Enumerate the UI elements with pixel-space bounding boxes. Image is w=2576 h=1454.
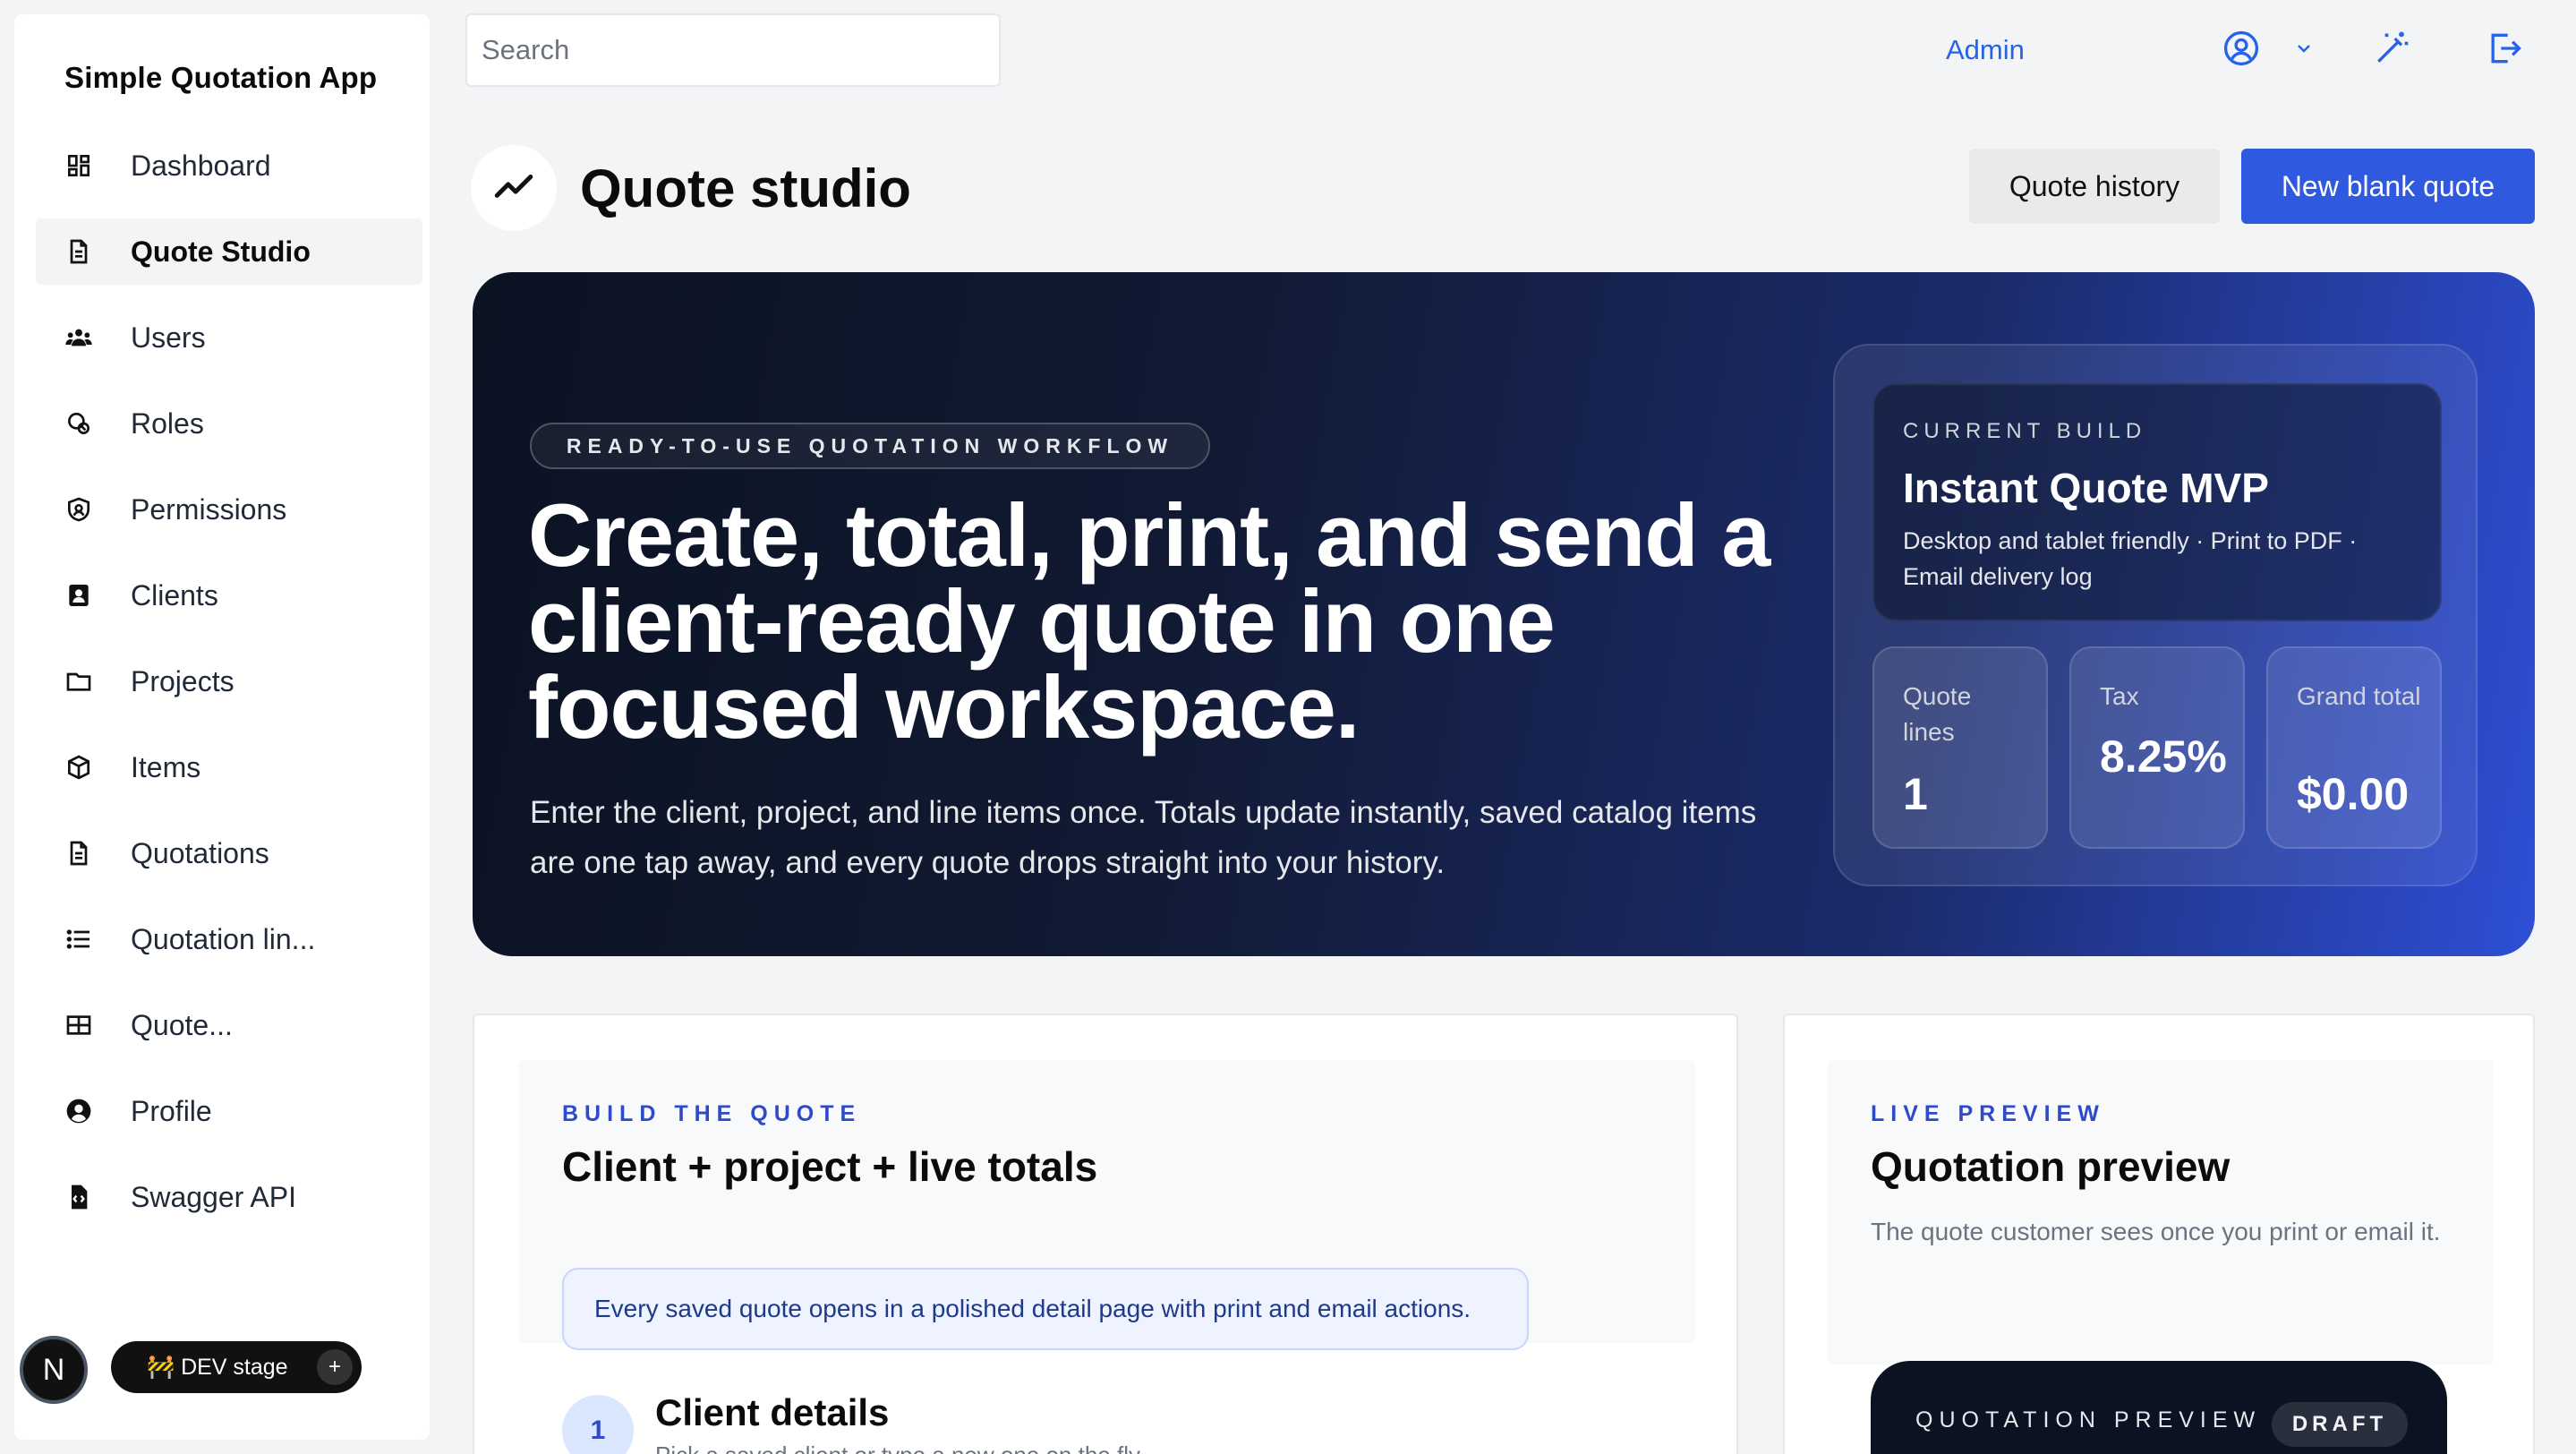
hero-heading: Create, total, print, and send a client-… bbox=[528, 485, 1770, 757]
build-quote-card: BUILD THE QUOTE Client + project + live … bbox=[473, 1014, 1738, 1454]
build-eyebrow: CURRENT BUILD bbox=[1903, 419, 2147, 443]
list-icon bbox=[63, 923, 95, 955]
avatar[interactable]: N bbox=[20, 1336, 88, 1404]
sidebar-item-label: Items bbox=[131, 750, 201, 783]
sidebar-item-profile[interactable]: Profile bbox=[36, 1078, 422, 1144]
dev-stage-label: 🚧 DEV stage bbox=[147, 1354, 288, 1380]
sidebar-item-items[interactable]: Items bbox=[36, 734, 422, 800]
build-eyebrow: BUILD THE QUOTE bbox=[562, 1101, 862, 1126]
cube-icon bbox=[63, 751, 95, 783]
magic-wand-icon[interactable] bbox=[2370, 27, 2413, 70]
trend-line-icon bbox=[471, 145, 557, 231]
current-build-card: CURRENT BUILD Instant Quote MVP Desktop … bbox=[1872, 383, 2442, 621]
hero-badge: READY-TO-USE QUOTATION WORKFLOW bbox=[530, 423, 1210, 469]
sidebar: Simple Quotation App Dashboard Quote Stu… bbox=[14, 14, 430, 1440]
sidebar-item-label: Roles bbox=[131, 406, 204, 440]
code-file-icon bbox=[63, 1181, 95, 1213]
sidebar-item-clients[interactable]: Clients bbox=[36, 562, 422, 629]
contact-card-icon bbox=[63, 579, 95, 612]
quote-history-button[interactable]: Quote history bbox=[1969, 149, 2220, 224]
user-circle-icon[interactable] bbox=[2220, 27, 2263, 70]
new-blank-quote-button[interactable]: New blank quote bbox=[2241, 149, 2535, 224]
sidebar-item-label: Quote... bbox=[131, 1008, 233, 1041]
sidebar-item-label: Dashboard bbox=[131, 149, 271, 182]
stat-quote-lines: Quote lines 1 bbox=[1872, 646, 2048, 849]
stat-value: 8.25% bbox=[2100, 731, 2227, 782]
hero-subtext: Enter the client, project, and line item… bbox=[530, 795, 1757, 880]
roles-icon bbox=[63, 407, 95, 440]
preview-eyebrow: LIVE PREVIEW bbox=[1871, 1101, 2105, 1126]
stat-value: 1 bbox=[1903, 769, 1928, 819]
folder-icon bbox=[63, 665, 95, 697]
app-title[interactable]: Simple Quotation App bbox=[64, 61, 377, 95]
dashboard-icon bbox=[63, 150, 95, 182]
live-preview-header: LIVE PREVIEW Quotation preview The quote… bbox=[1828, 1060, 2494, 1364]
sidebar-nav: Dashboard Quote Studio Users Roles Permi… bbox=[36, 133, 422, 1250]
sidebar-item-label: Swagger API bbox=[131, 1180, 296, 1213]
document-icon bbox=[63, 837, 95, 869]
sidebar-item-quote-studio[interactable]: Quote Studio bbox=[36, 218, 422, 285]
shield-icon bbox=[63, 493, 95, 526]
sidebar-item-permissions[interactable]: Permissions bbox=[36, 476, 422, 543]
sidebar-item-quotations[interactable]: Quotations bbox=[36, 820, 422, 886]
users-icon bbox=[63, 321, 95, 354]
search-input[interactable] bbox=[465, 13, 1001, 87]
stat-label: Quote lines bbox=[1903, 682, 1972, 746]
document-icon bbox=[63, 235, 95, 268]
stat-tax: Tax 8.25% bbox=[2069, 646, 2245, 849]
build-title: Client + project + live totals bbox=[562, 1143, 1098, 1190]
sidebar-item-label: Quotations bbox=[131, 836, 269, 869]
sidebar-item-label: Projects bbox=[131, 664, 235, 697]
sidebar-item-users[interactable]: Users bbox=[36, 304, 422, 371]
sidebar-item-label: Permissions bbox=[131, 492, 287, 526]
build-quote-header: BUILD THE QUOTE Client + project + live … bbox=[519, 1060, 1695, 1350]
admin-link[interactable]: Admin bbox=[1946, 34, 2025, 66]
page-title: Quote studio bbox=[580, 158, 911, 218]
sidebar-item-swagger-api[interactable]: Swagger API bbox=[36, 1164, 422, 1230]
step-number-badge: 1 bbox=[562, 1395, 634, 1454]
status-badge: DRAFT bbox=[2272, 1402, 2408, 1447]
hero-banner: READY-TO-USE QUOTATION WORKFLOW Create, … bbox=[473, 272, 2535, 956]
current-build-panel: CURRENT BUILD Instant Quote MVP Desktop … bbox=[1833, 344, 2478, 886]
stat-value: $0.00 bbox=[2297, 769, 2410, 819]
build-name: Instant Quote MVP bbox=[1903, 465, 2269, 511]
stat-label: Grand total bbox=[2297, 682, 2421, 710]
sidebar-item-dashboard[interactable]: Dashboard bbox=[36, 133, 422, 199]
info-banner: Every saved quote opens in a polished de… bbox=[562, 1268, 1529, 1350]
sidebar-item-roles[interactable]: Roles bbox=[36, 390, 422, 457]
dev-stage-expand-button[interactable]: + bbox=[317, 1349, 353, 1385]
table-icon bbox=[63, 1009, 95, 1041]
quotation-preview-panel: QUOTATION PREVIEW DRAFT bbox=[1871, 1361, 2447, 1454]
dev-stage-badge[interactable]: 🚧 DEV stage + bbox=[111, 1341, 362, 1393]
step-title: Client details bbox=[655, 1391, 890, 1433]
chevron-down-icon[interactable] bbox=[2284, 27, 2324, 70]
user-circle-icon bbox=[63, 1095, 95, 1127]
stat-grand-total: Grand total $0.00 bbox=[2266, 646, 2442, 849]
logout-icon[interactable] bbox=[2483, 27, 2526, 70]
sidebar-item-quote-templates[interactable]: Quote... bbox=[36, 992, 422, 1058]
sidebar-item-projects[interactable]: Projects bbox=[36, 648, 422, 714]
build-description: Desktop and tablet friendly · Print to P… bbox=[1903, 527, 2358, 590]
preview-panel-label: QUOTATION PREVIEW bbox=[1915, 1407, 2262, 1433]
sidebar-item-label: Clients bbox=[131, 578, 218, 612]
sidebar-item-quotation-lines[interactable]: Quotation lin... bbox=[36, 906, 422, 972]
sidebar-item-label: Quotation lin... bbox=[131, 922, 316, 955]
step-subtitle: Pick a saved client or type a new one on… bbox=[655, 1441, 1145, 1454]
sidebar-item-label: Users bbox=[131, 321, 206, 354]
live-preview-card: LIVE PREVIEW Quotation preview The quote… bbox=[1783, 1014, 2535, 1454]
preview-title: Quotation preview bbox=[1871, 1143, 2231, 1190]
sidebar-item-label: Quote Studio bbox=[131, 235, 311, 268]
preview-description: The quote customer sees once you print o… bbox=[1871, 1218, 2441, 1245]
sidebar-item-label: Profile bbox=[131, 1094, 212, 1127]
stat-label: Tax bbox=[2100, 682, 2139, 710]
